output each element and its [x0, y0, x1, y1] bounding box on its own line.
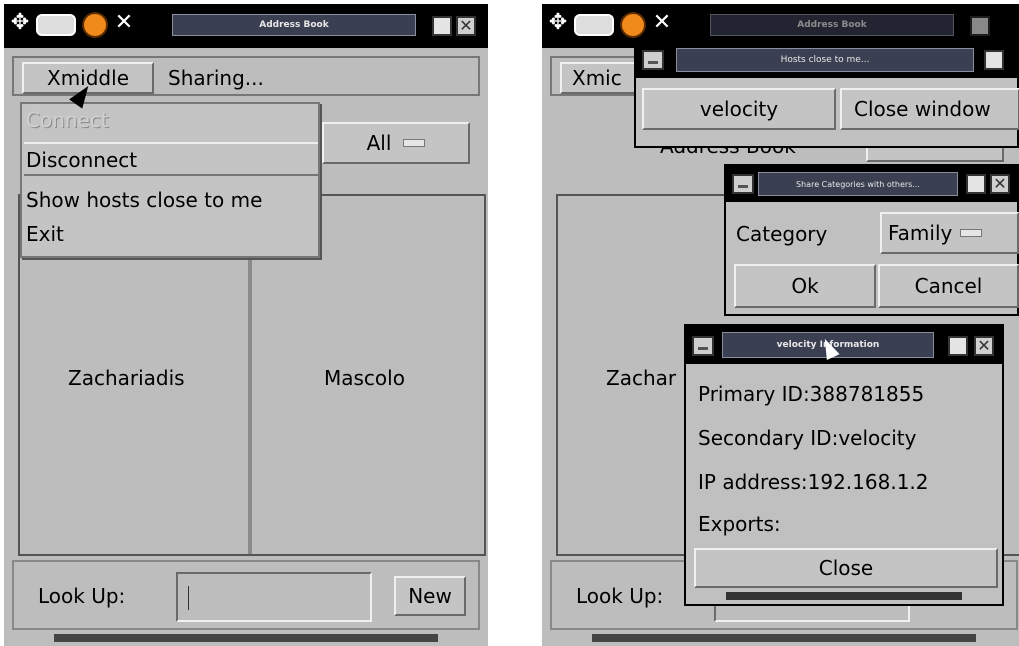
dropdown-indicator-icon	[403, 139, 426, 147]
menu-item-exit[interactable]: Exit	[26, 222, 64, 246]
category-select-value: Family	[888, 221, 953, 245]
info-dialog-titlebar: velocity Information ✕	[686, 326, 1002, 364]
maximize-icon[interactable]	[966, 174, 986, 194]
share-categories-dialog: Share Categories with others... ✕ Catego…	[724, 164, 1019, 316]
window-title: Address Book	[710, 14, 954, 36]
info-dialog-bottom-bar	[726, 592, 962, 600]
category-filter-select[interactable]: All	[322, 122, 470, 164]
xmiddle-menu: Connect Disconnect Show hosts close to m…	[20, 102, 320, 258]
lookup-label: Look Up:	[576, 584, 664, 608]
maximize-icon[interactable]	[948, 336, 968, 356]
left-titlebar: ✥ ✕ Address Book ✕	[4, 4, 488, 48]
minimize-icon[interactable]	[732, 174, 754, 194]
hosts-dialog-titlebar: Hosts close to me...	[636, 42, 1017, 78]
close-icon[interactable]: ✕	[456, 16, 476, 36]
hosts-dialog: Hosts close to me... velocity Close wind…	[634, 40, 1019, 148]
share-dialog-titlebar: Share Categories with others... ✕	[726, 166, 1017, 202]
exports: Exports:	[698, 512, 781, 536]
cancel-button[interactable]: Cancel	[878, 264, 1019, 308]
new-button[interactable]: New	[394, 576, 466, 616]
move-icon[interactable]: ✥	[544, 8, 572, 38]
bottom-border	[592, 634, 976, 642]
dropdown-indicator-icon	[960, 229, 983, 237]
keyboard-icon[interactable]	[36, 14, 76, 36]
face-icon[interactable]	[82, 12, 108, 38]
primary-id: Primary ID:388781855	[698, 382, 925, 406]
menu-item-show-hosts[interactable]: Show hosts close to me	[26, 188, 262, 212]
category-label: Category	[736, 222, 828, 246]
right-screen: ✥ ✕ Address Book Xmic Address Book Zacha…	[542, 4, 1019, 646]
menu-item-connect[interactable]: Connect	[26, 108, 109, 132]
minimize-icon[interactable]	[642, 50, 664, 70]
card-zachariadis[interactable]: Zachar	[606, 366, 676, 390]
window-title: Address Book	[172, 14, 416, 36]
text-caret-icon	[188, 586, 196, 610]
menu-item-disconnect[interactable]: Disconnect	[26, 148, 137, 172]
close-x-icon[interactable]: ✕	[648, 8, 676, 38]
velocity-information-dialog: velocity Information ✕ Primary ID:388781…	[684, 324, 1004, 606]
close-button[interactable]: Close	[694, 548, 998, 588]
bottom-border	[54, 634, 438, 642]
category-select[interactable]: Family	[880, 212, 1019, 254]
face-icon[interactable]	[620, 12, 646, 38]
card-zachariadis[interactable]: Zachariadis	[68, 366, 185, 390]
keyboard-icon[interactable]	[574, 14, 614, 36]
card-mascolo[interactable]: Mascolo	[324, 366, 405, 390]
minimize-icon[interactable]	[692, 336, 714, 356]
move-icon[interactable]: ✥	[6, 8, 34, 38]
close-icon[interactable]: ✕	[990, 174, 1010, 194]
secondary-id: Secondary ID:velocity	[698, 426, 917, 450]
menu-sharing[interactable]: Sharing...	[168, 66, 264, 90]
hosts-dialog-title: Hosts close to me...	[676, 48, 974, 72]
lookup-label: Look Up:	[38, 584, 126, 608]
maximize-icon[interactable]	[970, 16, 990, 36]
share-dialog-title: Share Categories with others...	[758, 172, 958, 196]
lookup-bar: Look Up: New	[12, 560, 480, 630]
lookup-input[interactable]	[176, 572, 372, 622]
host-velocity-button[interactable]: velocity	[642, 88, 836, 130]
close-window-button[interactable]: Close window	[840, 88, 1019, 130]
maximize-icon[interactable]	[432, 16, 452, 36]
close-x-icon[interactable]: ✕	[110, 8, 138, 38]
close-icon[interactable]: ✕	[974, 336, 994, 356]
maximize-icon[interactable]	[984, 50, 1004, 70]
ok-button[interactable]: Ok	[734, 264, 876, 308]
category-filter-value: All	[366, 131, 392, 155]
left-screen: ✥ ✕ Address Book ✕ Xmiddle Sharing... Al…	[4, 4, 488, 646]
ip-address: IP address:192.168.1.2	[698, 470, 929, 494]
